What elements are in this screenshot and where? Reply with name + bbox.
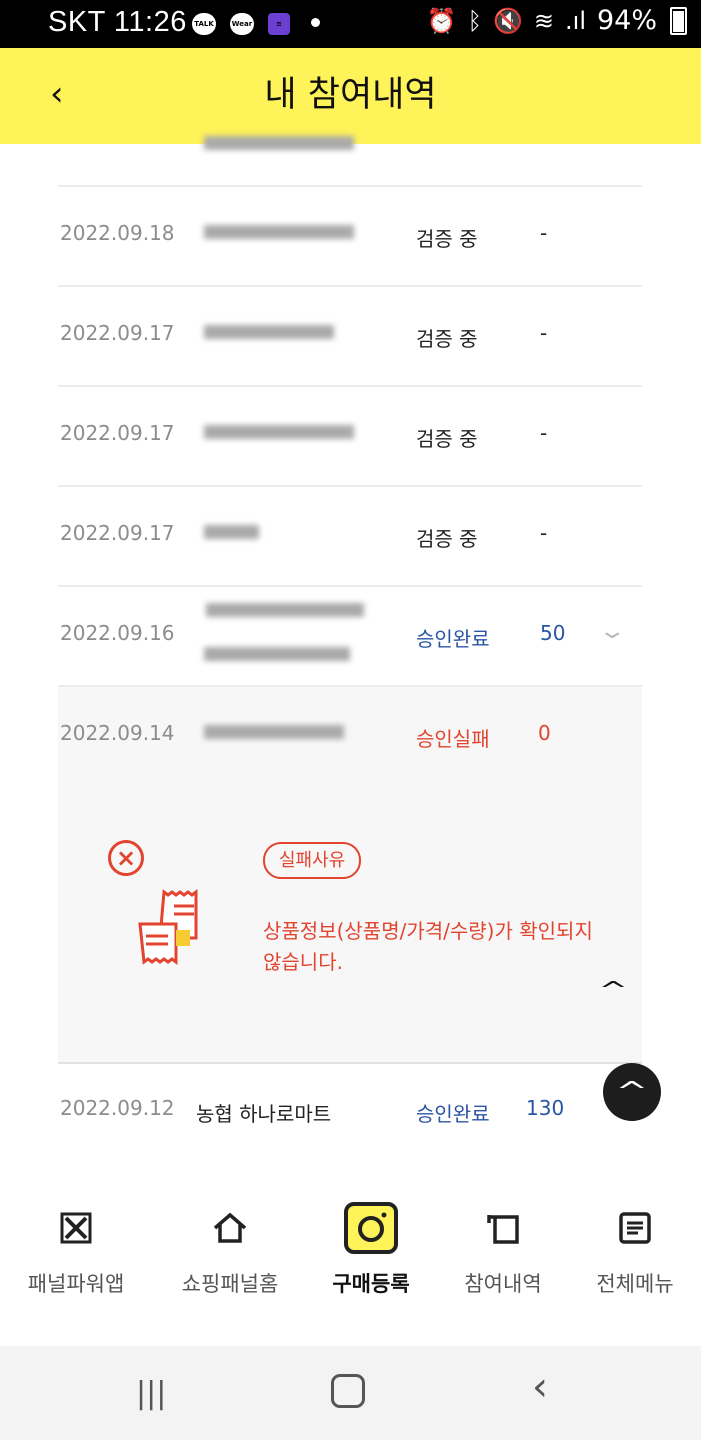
row-status: 검증 중 [416,327,478,351]
page-title: 내 참여내역 [264,75,437,115]
alarm-icon: ⏰ [426,6,457,35]
camera-icon [344,1202,398,1254]
more-notifications-icon [311,18,320,27]
bluetooth-icon: ᛒ [467,6,483,35]
blurred-store-name [184,136,364,185]
participation-list-continued: 2022.09.12 농협 하나로마트 승인완료 130 [58,1062,642,1160]
table-row[interactable]: 2022.09.14 승인실패 0 [58,687,642,787]
nav-item-panelpower[interactable]: 패널파워앱 [6,1202,146,1298]
nav-label: 구매등록 [332,1272,410,1296]
row-points: - [540,221,548,245]
row-date: 2022.09.17 [60,521,175,545]
status-time: SKT 11:26 [48,6,187,38]
row-date: 2022.09.14 [60,721,175,745]
row-date: 2022.09.16 [60,621,175,645]
failure-reason-badge: 실패사유 [263,842,362,879]
nav-label: 참여내역 [464,1272,542,1296]
nav-label: 쇼핑패널홈 [181,1272,279,1296]
row-status: 검증 중 [416,527,478,551]
recent-apps-icon[interactable]: ||| [136,1376,166,1411]
home-button-icon[interactable] [331,1374,365,1408]
app-notification-icon: ≡ [268,13,290,35]
participation-list: 2022.09.18 검증 중 - 2022.09.17 검증 중 - 2022… [58,136,642,787]
chevron-up-icon[interactable]: ^ [598,978,628,1003]
row-points: 50 [540,621,566,645]
row-status: 승인실패 [416,727,490,751]
nav-item-purchase-register[interactable]: 구매등록 [301,1202,441,1298]
menu-list-icon [619,1212,651,1244]
back-icon[interactable]: ‹ [532,1364,548,1410]
row-status: 승인완료 [416,1102,490,1126]
signal-icon: .ıl [565,6,586,35]
battery-icon [670,6,687,35]
row-store-name: 농협 하나로마트 [196,1102,332,1126]
failure-detail-panel: × 실패사유 상품정보(상품명/가격/수량)가 확인되지 않습니다. ^ [58,780,642,1064]
mute-icon: 🔇 [493,6,523,35]
row-points: 0 [538,721,551,745]
table-row[interactable]: 2022.09.16 승인완료 50 ⌄ [58,587,642,687]
row-date: 2022.09.18 [60,221,175,245]
table-row[interactable]: 2022.09.17 검증 중 - [58,487,642,587]
row-points: - [540,321,548,345]
row-status: 검증 중 [416,227,478,251]
failure-reason-text: 상품정보(상품명/가격/수량)가 확인되지 않습니다. [263,919,593,974]
kakaotalk-icon: TALK [192,13,216,35]
nav-item-all-menu[interactable]: 전체메뉴 [565,1202,701,1298]
table-row[interactable]: 2022.09.17 검증 중 - [58,387,642,487]
home-icon [213,1212,247,1243]
row-status: 승인완료 [416,627,490,651]
app-header: ‹ 내 참여내역 [0,48,701,144]
blurred-store-name [184,687,364,779]
table-row[interactable]: 2022.09.18 검증 중 - [58,187,642,287]
scroll-to-top-button[interactable]: ^ [603,1063,661,1121]
wifi-icon: ≋ [533,6,555,35]
row-status: 검증 중 [416,427,478,451]
table-row[interactable]: 2022.09.17 검증 중 - [58,287,642,387]
row-points: 130 [526,1096,565,1120]
blurred-store-name [184,587,364,679]
nav-label: 패널파워앱 [27,1272,125,1296]
blurred-store-name [184,387,364,479]
nav-item-participation[interactable]: 참여내역 [433,1202,573,1298]
nav-label: 전체메뉴 [596,1272,674,1296]
chevron-down-icon[interactable]: ⌄ [597,619,627,644]
history-icon [487,1215,519,1244]
system-navigation-bar: ||| ‹ [0,1346,701,1440]
battery-percent: 94% [596,5,657,36]
error-circle-icon: × [108,840,144,876]
table-row[interactable]: 2022.09.12 농협 하나로마트 승인완료 130 [58,1062,642,1160]
row-points: - [540,521,548,545]
blurred-store-name [184,187,364,279]
wear-icon: Wear [230,13,254,35]
row-points: - [540,421,548,445]
receipt-icon [138,889,198,965]
row-date: 2022.09.17 [60,321,175,345]
blurred-store-name [184,487,364,579]
bottom-navigation: 패널파워앱 쇼핑패널홈 구매등록 참여내역 전체메뉴 [0,1150,701,1346]
blurred-store-name [184,287,364,379]
chevron-up-icon: ^ [615,1077,649,1107]
status-bar: SKT 11:26 TALK Wear ≡ ⏰ ᛒ 🔇 ≋ .ıl 94% [0,0,701,48]
nav-item-shopping-home[interactable]: 쇼핑패널홈 [160,1202,300,1298]
panelpower-icon [60,1212,92,1244]
row-date: 2022.09.17 [60,421,175,445]
table-row[interactable] [58,136,642,187]
row-date: 2022.09.12 [60,1096,175,1120]
